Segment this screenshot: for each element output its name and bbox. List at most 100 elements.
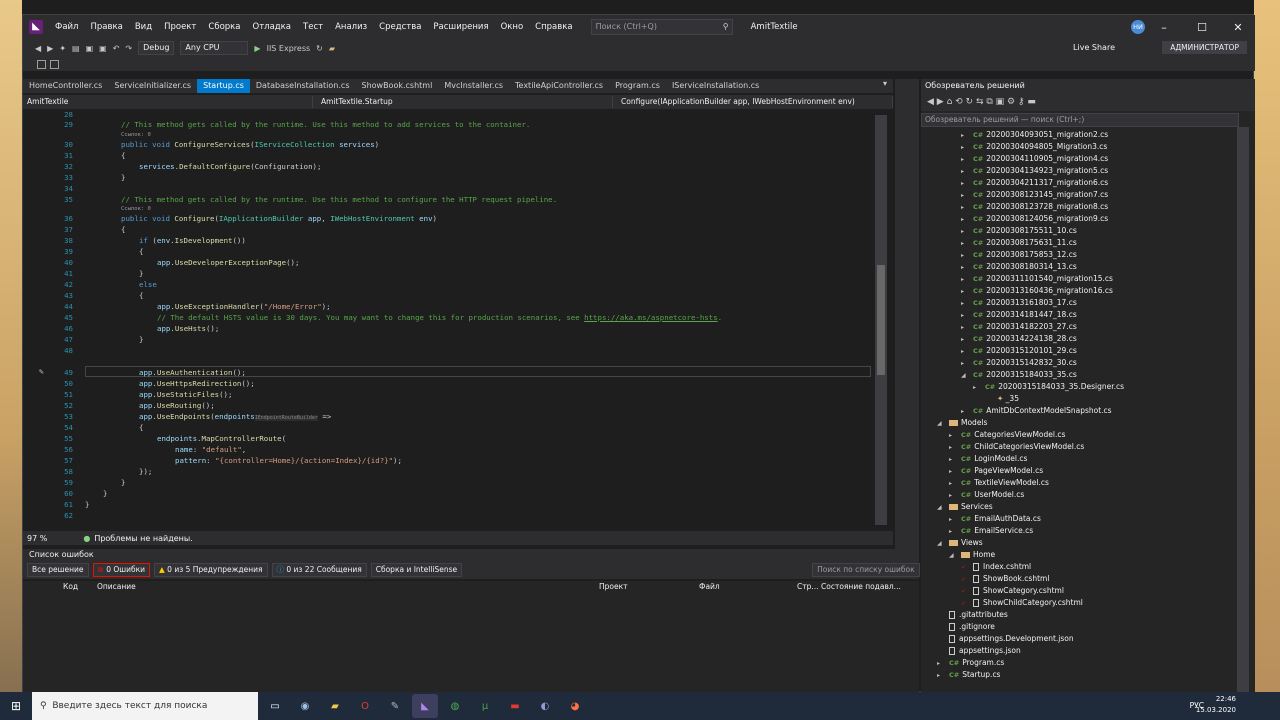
tree-item-root[interactable]: ▸ C# Program.cs <box>937 657 1004 669</box>
tree-item-migration[interactable]: ▸ C# 20200304211317_migration6.cs <box>961 177 1108 189</box>
hsts-link[interactable]: https://aka.ms/aspnetcore-hsts <box>584 313 718 322</box>
tree-item-migration[interactable]: ▸ C# 20200314224138_28.cs <box>961 333 1077 345</box>
tree-item-root[interactable]: .gitignore <box>937 621 995 633</box>
expand-icon[interactable]: ◢ <box>937 502 949 514</box>
scope-select[interactable]: Все решение <box>27 563 89 577</box>
windows-start-icon[interactable]: ⊞ <box>0 692 32 720</box>
visual-studio-icon[interactable]: ◣ <box>412 694 438 718</box>
minimize-button[interactable]: – <box>1145 15 1183 39</box>
menu-item[interactable]: Отладка <box>247 15 298 39</box>
menu-item[interactable]: Проект <box>158 15 202 39</box>
clock[interactable]: 22:46 15.03.2020 <box>1196 694 1236 716</box>
tree-folder-home[interactable]: ◢ Home <box>949 549 995 561</box>
expand-icon[interactable]: ◢ <box>937 538 949 550</box>
run-icon[interactable]: ▶ <box>254 44 260 53</box>
refresh-icon[interactable]: ↻ <box>316 44 323 53</box>
tab-overflow-icon[interactable]: ▾ <box>883 79 887 88</box>
live-share-button[interactable]: Live Share <box>1073 43 1115 52</box>
expand-icon[interactable]: ◢ <box>961 370 973 382</box>
menu-item[interactable]: Файл <box>49 15 84 39</box>
maximize-button[interactable]: ☐ <box>1183 15 1221 39</box>
tree-item-view[interactable]: ✓ Index.cshtml <box>961 561 1031 573</box>
run-target[interactable]: IIS Express <box>267 44 311 53</box>
tree-item-view[interactable]: ✓ ShowCategory.cshtml <box>961 585 1064 597</box>
opera-icon[interactable]: O <box>352 694 378 718</box>
issues-status[interactable]: Проблемы не найдены. <box>94 534 192 543</box>
app-icon[interactable]: ✎ <box>382 694 408 718</box>
chrome-icon[interactable]: ◍ <box>442 694 468 718</box>
messages-filter[interactable]: ⓘ 0 из 22 Сообщения <box>271 563 367 577</box>
discord-icon[interactable]: ◐ <box>532 694 558 718</box>
tree-folder-views[interactable]: ◢ Views <box>937 537 983 549</box>
new-project-icon[interactable]: ✦ <box>59 44 66 53</box>
tree-item-model[interactable]: ▸ C# ChildCategoriesViewModel.cs <box>949 441 1084 453</box>
tree-item-migration[interactable]: ▸ C# 20200308175511_10.cs <box>961 225 1077 237</box>
tree-item-migration[interactable]: ◢ C# 20200315184033_35.cs <box>961 369 1077 381</box>
tree-item-migration[interactable]: ▸ C# 20200308175853_12.cs <box>961 249 1077 261</box>
editor-tab[interactable]: IServiceInstallation.cs <box>666 79 765 93</box>
menu-item[interactable]: Окно <box>495 15 530 39</box>
tree-item-migration[interactable]: ▸ C# 20200308180314_13.cs <box>961 261 1077 273</box>
toolbar-toggle-icon[interactable] <box>37 59 46 69</box>
toolbar-toggle-icon[interactable] <box>50 59 59 69</box>
tree-item-view[interactable]: ✓ ShowBook.cshtml <box>961 573 1049 585</box>
close-button[interactable]: ✕ <box>1219 15 1257 39</box>
media-icon[interactable]: ▬ <box>502 694 528 718</box>
editor-tab[interactable]: MvcInstaller.cs <box>438 79 509 93</box>
tree-item-service[interactable]: ▸ C# EmailAuthData.cs <box>949 513 1041 525</box>
menu-item[interactable]: Анализ <box>329 15 373 39</box>
expand-icon[interactable]: ▸ <box>937 670 949 682</box>
torrent-icon[interactable]: µ <box>472 694 498 718</box>
tree-item-service[interactable]: ▸ C# EmailService.cs <box>949 525 1033 537</box>
tree-item-migration[interactable]: ▸ C# 20200304094805_Migration3.cs <box>961 141 1107 153</box>
tree-item-migration[interactable]: ▸ C# 20200314181447_18.cs <box>961 309 1077 321</box>
expand-icon[interactable]: ▸ <box>973 382 985 394</box>
warnings-filter[interactable]: ▲ 0 из 5 Предупреждения <box>154 563 268 577</box>
redo-icon[interactable]: ↷ <box>125 44 132 53</box>
menu-item[interactable]: Правка <box>84 15 128 39</box>
tree-item-migration[interactable]: ▸ C# 20200311101540_migration15.cs <box>961 273 1113 285</box>
solution-search-input[interactable]: Обозреватель решений — поиск (Ctrl+;) <box>921 113 1239 127</box>
menu-item[interactable]: Средства <box>373 15 427 39</box>
editor-tab[interactable]: Program.cs <box>609 79 666 93</box>
menu-item[interactable]: Справка <box>529 15 578 39</box>
member-dropdown[interactable]: Configure(IApplicationBuilder app, IWebH… <box>613 96 893 108</box>
tree-item-root[interactable]: appsettings.Development.json <box>937 633 1074 645</box>
tree-item-migration[interactable]: ▸ C# 20200308123145_migration7.cs <box>961 189 1108 201</box>
folder-icon[interactable]: ▰ <box>329 44 335 53</box>
tree-item-migration[interactable]: ▸ C# 20200313161803_17.cs <box>961 297 1077 309</box>
editor-tab[interactable]: ShowBook.cshtml <box>355 79 438 93</box>
editor-tab[interactable]: HomeController.cs <box>23 79 108 93</box>
tree-item-migration[interactable]: ▸ C# 20200304110905_migration4.cs <box>961 153 1108 165</box>
platform-select[interactable]: Any CPU <box>180 41 249 55</box>
menu-item[interactable]: Тест <box>297 15 329 39</box>
editor-scrollbar[interactable] <box>875 115 887 525</box>
user-avatar[interactable]: НИ <box>1131 20 1145 34</box>
menu-item[interactable]: Расширения <box>427 15 494 39</box>
config-select[interactable]: Debug <box>138 41 175 55</box>
firefox-icon[interactable]: ◕ <box>562 694 588 718</box>
tree-item-model[interactable]: ▸ C# TextileViewModel.cs <box>949 477 1049 489</box>
tree-folder-models[interactable]: ◢ Models <box>937 417 987 429</box>
tree-item-migration[interactable]: ▸ C# 20200308123728_migration8.cs <box>961 201 1108 213</box>
code-editor[interactable]: ✎ 28 29// This method gets called by the… <box>23 109 893 541</box>
tree-folder-services[interactable]: ◢ Services <box>937 501 993 513</box>
tree-item-model[interactable]: ▸ C# UserModel.cs <box>949 489 1024 501</box>
tree-item-migration[interactable]: ▸ C# 20200304093051_migration2.cs <box>961 129 1108 141</box>
tree-item-root[interactable]: .gitattributes <box>937 609 1008 621</box>
errors-filter[interactable]: ⊗ 0 Ошибки <box>92 563 151 577</box>
expand-icon[interactable]: ◢ <box>937 418 949 430</box>
project-dropdown[interactable]: AmitTextile <box>23 96 313 108</box>
forward-icon[interactable]: ▶ <box>47 44 53 53</box>
tree-item-migration[interactable]: ▸ C# 20200315120101_29.cs <box>961 345 1077 357</box>
open-icon[interactable]: ▤ <box>72 44 80 53</box>
steam-icon[interactable]: ◉ <box>292 694 318 718</box>
expand-icon[interactable]: ◢ <box>949 550 961 562</box>
tree-item-model[interactable]: ▸ C# PageViewModel.cs <box>949 465 1043 477</box>
tree-item-migration[interactable]: ▸ C# 20200313160436_migration16.cs <box>961 285 1113 297</box>
save-all-icon[interactable]: ▣ <box>99 44 107 53</box>
tree-item-snapshot[interactable]: ▸ C# AmitDbContextModelSnapshot.cs <box>961 405 1112 417</box>
solution-scrollbar[interactable] <box>1237 127 1249 693</box>
tree-item-migration[interactable]: ▸ C# 20200308124056_migration9.cs <box>961 213 1108 225</box>
undo-icon[interactable]: ↶ <box>113 44 120 53</box>
